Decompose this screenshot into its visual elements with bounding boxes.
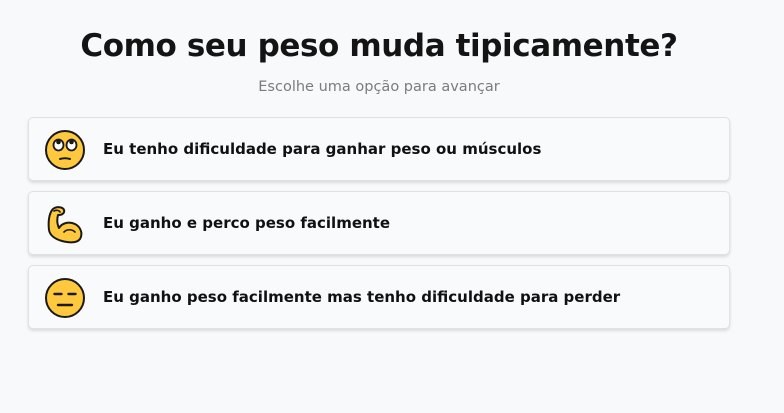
page-title: Como seu peso muda tipicamente? — [80, 28, 678, 64]
options-list: Eu tenho dificuldade para ganhar peso ou… — [28, 117, 730, 339]
option-label: Eu tenho dificuldade para ganhar peso ou… — [103, 140, 542, 158]
page: Como seu peso muda tipicamente? Escolhe … — [0, 0, 784, 413]
option-gain-lose-easily[interactable]: Eu ganho e perco peso facilmente — [28, 191, 730, 255]
option-hard-to-gain[interactable]: Eu tenho dificuldade para ganhar peso ou… — [28, 117, 730, 181]
flexed-biceps-icon — [44, 203, 86, 245]
expressionless-face-icon — [44, 277, 86, 319]
option-label: Eu ganho e perco peso facilmente — [103, 214, 391, 232]
option-hard-to-lose[interactable]: Eu ganho peso facilmente mas tenho dific… — [28, 265, 730, 329]
face-rolling-eyes-icon — [44, 129, 86, 171]
option-label: Eu ganho peso facilmente mas tenho dific… — [103, 288, 621, 306]
page-subtitle: Escolhe uma opção para avançar — [258, 79, 500, 95]
